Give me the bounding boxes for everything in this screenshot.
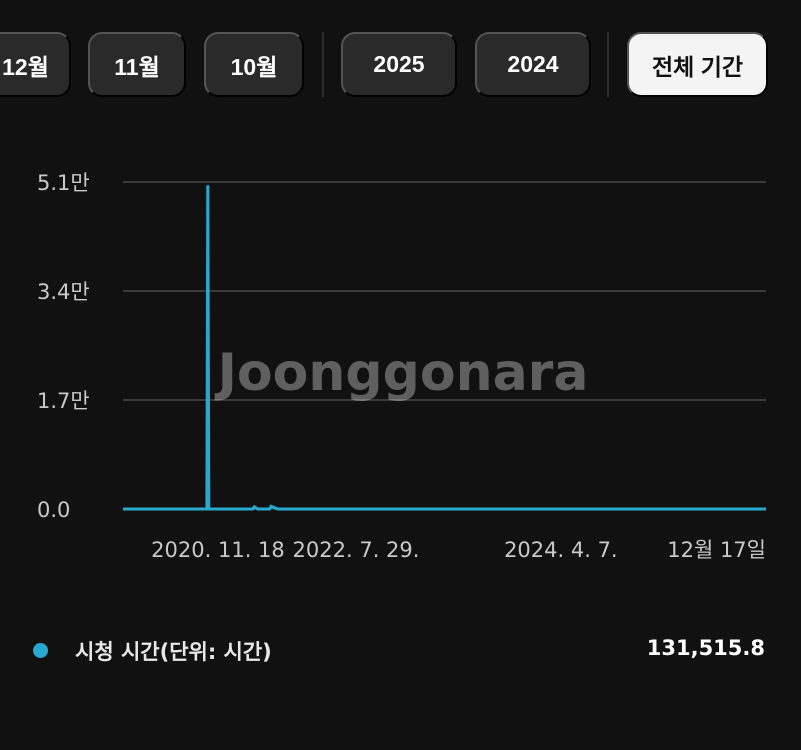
legend-label: 시청 시간(단위: 시간): [75, 640, 272, 664]
y-tick-label: 1.7만: [37, 389, 90, 413]
x-tick-label: 2024. 4. 7.: [504, 538, 618, 562]
watch-time-chart: 0.0 1.7만 3.4만 5.1만 2020. 11. 18 2022. 7. 29. 2…: [37, 171, 767, 562]
x-tick-label: 2022. 7. 29.: [293, 538, 420, 562]
watermark-text: Joonggonara: [215, 343, 589, 403]
x-tick-label: 12월 17일: [667, 538, 766, 562]
x-tick-label: 2020. 11. 18: [151, 538, 285, 562]
y-tick-label: 0.0: [37, 498, 70, 522]
legend-dot-icon: [33, 643, 48, 658]
y-tick-label: 3.4만: [37, 280, 90, 304]
y-tick-label: 5.1만: [37, 171, 90, 195]
total-value: 131,515.8: [646, 636, 765, 660]
